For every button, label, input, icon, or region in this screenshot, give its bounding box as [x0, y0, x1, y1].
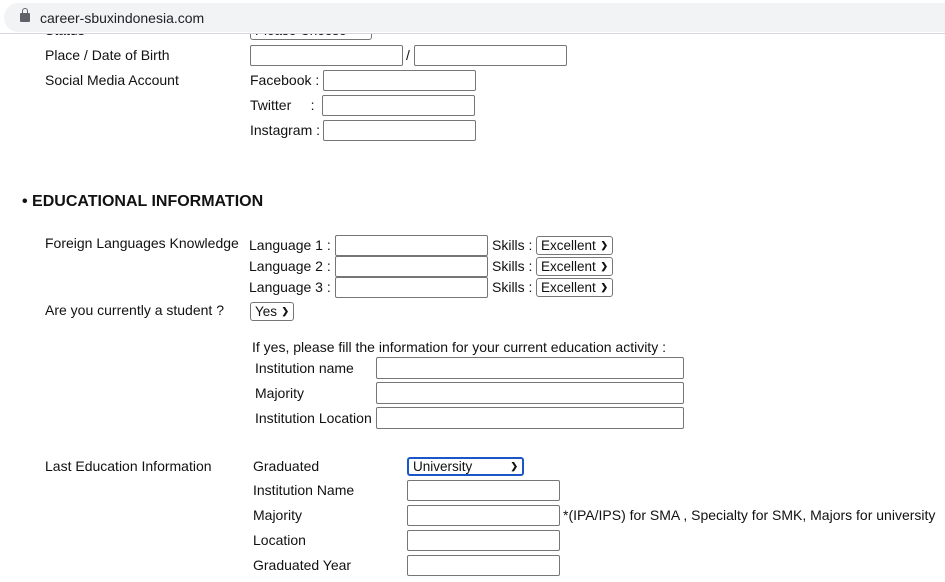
chevron-down-icon: ❯	[600, 282, 608, 292]
skills-2-label: Skills :	[492, 258, 533, 274]
graduated-value: University	[413, 459, 473, 474]
institution-name-label: Institution name	[255, 360, 354, 376]
chevron-down-icon: ❯	[281, 306, 289, 316]
language-2-label: Language 2 :	[249, 258, 331, 274]
birth-label: Place / Date of Birth	[45, 47, 170, 63]
graduated-label: Graduated	[253, 458, 320, 474]
facebook-label: Facebook :	[250, 72, 320, 88]
current-majority-label: Majority	[255, 385, 305, 401]
languages-label: Foreign Languages Knowledge	[45, 235, 239, 251]
language-1-input[interactable]	[335, 235, 488, 256]
institution-location-input[interactable]	[376, 407, 684, 429]
last-location-input[interactable]	[407, 530, 560, 551]
twitter-input[interactable]	[322, 95, 475, 116]
majority-note: *(IPA/IPS) for SMA , Specialty for SMK, …	[563, 507, 936, 523]
social-label: Social Media Account	[45, 72, 179, 88]
browser-address-bar: career-sbuxindonesia.com	[0, 0, 945, 34]
last-majority-label: Majority	[253, 507, 303, 523]
skills-3-select[interactable]: Excellent ❯	[536, 278, 613, 297]
student-label: Are you currently a student ?	[45, 302, 224, 318]
skills-3-label: Skills :	[492, 279, 533, 295]
section-heading: • EDUCATIONAL INFORMATION	[22, 193, 264, 210]
institution-location-label: Institution Location	[255, 410, 372, 426]
skills-2-select[interactable]: Excellent ❯	[536, 257, 613, 276]
skills-3-value: Excellent	[541, 280, 596, 295]
skills-1-value: Excellent	[541, 238, 596, 253]
skills-1-select[interactable]: Excellent ❯	[536, 236, 613, 255]
birth-date-input[interactable]	[414, 45, 567, 66]
instagram-input[interactable]	[323, 120, 476, 141]
graduated-year-label: Graduated Year	[253, 557, 352, 573]
institution-name-input[interactable]	[376, 357, 684, 379]
last-institution-label: Institution Name	[253, 482, 355, 498]
last-majority-input[interactable]	[407, 505, 560, 526]
current-intro: If yes, please fill the information for …	[252, 339, 666, 355]
instagram-label: Instagram :	[250, 122, 321, 138]
last-location-label: Location	[253, 532, 306, 548]
url-text: career-sbuxindonesia.com	[40, 10, 205, 26]
student-select[interactable]: Yes ❯	[250, 302, 294, 321]
skills-1-label: Skills :	[492, 237, 533, 253]
language-2-input[interactable]	[335, 256, 488, 277]
chevron-down-icon: ❯	[510, 461, 518, 471]
current-majority-input[interactable]	[376, 382, 684, 404]
last-education-label: Last Education Information	[45, 458, 212, 474]
lock-icon	[20, 8, 30, 22]
url-field[interactable]: career-sbuxindonesia.com	[4, 3, 945, 32]
language-3-label: Language 3 :	[249, 279, 331, 295]
birth-place-input[interactable]	[250, 45, 403, 66]
graduated-select[interactable]: University ❯	[407, 457, 524, 476]
student-value: Yes	[255, 304, 278, 319]
chevron-down-icon: ❯	[600, 240, 608, 250]
language-1-label: Language 1 :	[249, 237, 331, 253]
language-3-input[interactable]	[335, 277, 488, 298]
chevron-down-icon: ❯	[600, 261, 608, 271]
facebook-input[interactable]	[323, 70, 476, 91]
last-institution-input[interactable]	[407, 480, 560, 501]
birth-separator: /	[406, 47, 410, 63]
twitter-label: Twitter :	[250, 97, 315, 113]
graduated-year-input[interactable]	[407, 555, 560, 576]
skills-2-value: Excellent	[541, 259, 596, 274]
